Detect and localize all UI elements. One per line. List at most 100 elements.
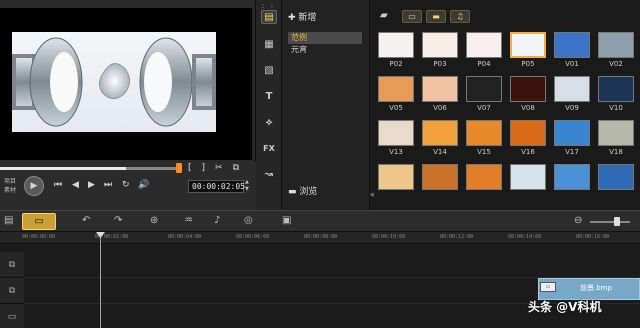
thumbnail-label: P04 [477, 60, 491, 68]
media-thumbnail[interactable] [554, 120, 590, 146]
timecode-display[interactable]: 00:00:02:05 [188, 180, 245, 193]
media-thumbnail[interactable] [466, 32, 502, 58]
thumbnail-label: V02 [609, 60, 623, 68]
media-thumbnail[interactable] [598, 76, 634, 102]
show-video-button[interactable]: ▭ [402, 10, 422, 23]
video-track[interactable] [24, 252, 640, 278]
play-button[interactable]: ▶ [24, 176, 44, 196]
media-thumbnail[interactable] [422, 120, 458, 146]
media-thumbnail[interactable] [422, 164, 458, 190]
next-frame-button[interactable]: ▶ [88, 180, 95, 190]
media-thumbnail[interactable] [378, 164, 414, 190]
thumbnail-label: V16 [521, 148, 535, 156]
thumbnail-label: V09 [565, 104, 579, 112]
mark-in-icon[interactable]: [ [188, 163, 192, 173]
media-thumbnail[interactable] [510, 76, 546, 102]
timeline-ruler[interactable]: 00:00:00:00 00:00:02:00 00:00:04:00 00:0… [0, 232, 640, 244]
media-library-button[interactable]: ▤ [261, 10, 277, 24]
auto-music-icon[interactable]: ♪ [214, 215, 220, 226]
browse-button[interactable]: ▬ 浏览 [288, 184, 317, 197]
ruler-tick: 00:00:12:00 [440, 234, 474, 240]
media-thumbnail[interactable] [378, 76, 414, 102]
thumbnail-label: V17 [565, 148, 579, 156]
media-gallery: ▰ ▭ ▬ ♫ P02 P03 P04 P05 V01 V02 V05 V06 V07 V08 V0… [370, 0, 640, 210]
media-thumbnail[interactable] [510, 164, 546, 190]
media-thumbnail[interactable] [554, 32, 590, 58]
folder-item-sample[interactable]: 范例 [288, 32, 362, 44]
volume-button[interactable]: 🔊 [138, 180, 149, 190]
previous-frame-button[interactable]: ◀ [72, 180, 79, 190]
media-thumbnail[interactable] [598, 32, 634, 58]
motion-track-icon[interactable]: ◎ [244, 215, 253, 226]
redo-icon[interactable]: ↷ [114, 215, 122, 226]
media-thumbnail[interactable] [554, 76, 590, 102]
zoom-slider-handle[interactable] [614, 217, 620, 226]
library-sidebar: ⋮⋮ ▤ ▦ ▧ T ⟡ FX ↝ [256, 0, 282, 210]
ruler-tick: 00:00:04:00 [168, 234, 202, 240]
media-thumbnail[interactable] [598, 120, 634, 146]
media-thumbnail[interactable] [510, 32, 546, 58]
thumbnail-label: P03 [433, 60, 447, 68]
timecode-stepper-icon[interactable]: ▲ ▼ [245, 179, 249, 193]
media-thumbnail[interactable] [598, 164, 634, 190]
media-thumbnail[interactable] [422, 76, 458, 102]
overlay-track-icon[interactable]: ⧉ [0, 278, 24, 304]
split-clip-icon[interactable]: ✂ [215, 163, 223, 173]
media-thumbnail[interactable] [378, 120, 414, 146]
watermark: 头条 @V科机 [528, 300, 602, 314]
project-mode-label[interactable]: 项目 [4, 177, 16, 186]
thumbnail-label: V06 [433, 104, 447, 112]
clip-mode-label[interactable]: 素材 [4, 186, 16, 195]
media-thumbnail[interactable] [466, 164, 502, 190]
filter-button[interactable]: FX [261, 142, 277, 156]
playback-controls: [ ] ✂ ⧉ 项目 素材 ▶ ⏮ ◀ ▶ ⏭ ↻ 🔊 00:00:02:05 … [0, 162, 256, 210]
add-folder-button[interactable]: ✚ 新增 [288, 10, 316, 23]
media-thumbnail[interactable] [554, 164, 590, 190]
show-audio-button[interactable]: ♫ [450, 10, 470, 23]
video-track-icon[interactable]: ⧉ [0, 252, 24, 278]
media-thumbnail[interactable] [466, 120, 502, 146]
view-toggle-icon[interactable]: ▤ [4, 215, 13, 226]
media-thumbnail[interactable] [378, 32, 414, 58]
zoom-out-icon[interactable]: ⊖ [574, 215, 582, 226]
browse-icon: ▬ [288, 187, 300, 197]
home-button[interactable]: ⏮ [54, 180, 62, 190]
media-thumbnail[interactable] [510, 120, 546, 146]
zoom-slider-track[interactable] [590, 221, 630, 223]
mark-out-icon[interactable]: ] [202, 163, 206, 173]
record-capture-icon[interactable]: ⊛ [150, 215, 158, 226]
folder-icon[interactable]: ▰ [380, 10, 388, 21]
thumbnail-label: V15 [477, 148, 491, 156]
end-button[interactable]: ⏭ [104, 180, 112, 190]
scrub-progress [0, 167, 126, 170]
add-folder-label: 新增 [298, 13, 317, 23]
title-button[interactable]: T [261, 90, 277, 104]
preview-screen[interactable] [0, 8, 252, 160]
subtitle-editor-icon[interactable]: ▣ [282, 215, 291, 226]
instant-project-button[interactable]: ▦ [261, 38, 277, 52]
scrub-handle[interactable] [176, 163, 182, 173]
thumbnail-label: V07 [477, 104, 491, 112]
timeline-view-button[interactable]: ▭ [22, 213, 56, 230]
play-mode-labels: 项目 素材 [4, 177, 16, 195]
folder-item-lantern[interactable]: 元宵 [288, 44, 362, 56]
ruler-tick: 00:00:00:00 [22, 234, 56, 240]
transition-button[interactable]: ▧ [261, 64, 277, 78]
collapse-icon[interactable]: « [370, 190, 380, 206]
media-thumbnail[interactable] [466, 76, 502, 102]
title-track-icon[interactable]: ▭ [0, 304, 24, 328]
thumbnail-label: V14 [433, 148, 447, 156]
sound-mixer-icon[interactable]: ♒ [184, 215, 193, 226]
undo-icon[interactable]: ↶ [82, 215, 90, 226]
path-button[interactable]: ↝ [261, 168, 277, 182]
enlarge-preview-icon[interactable]: ⧉ [233, 163, 239, 173]
repeat-button[interactable]: ↻ [122, 180, 130, 190]
ruler-tick: 00:00:10:00 [372, 234, 406, 240]
graphics-button[interactable]: ⟡ [261, 116, 277, 130]
thumbnail-label: V10 [609, 104, 623, 112]
media-thumbnail[interactable] [422, 32, 458, 58]
show-photo-button[interactable]: ▬ [426, 10, 446, 23]
preview-panel: [ ] ✂ ⧉ 项目 素材 ▶ ⏮ ◀ ▶ ⏭ ↻ 🔊 00:00:02:05 … [0, 0, 256, 210]
timeline-toolbar: ▤ ▭ ↶ ↷ ⊛ ♒ ♪ ◎ ▣ ⊖ [0, 210, 640, 232]
timeline-playhead[interactable] [100, 232, 101, 328]
